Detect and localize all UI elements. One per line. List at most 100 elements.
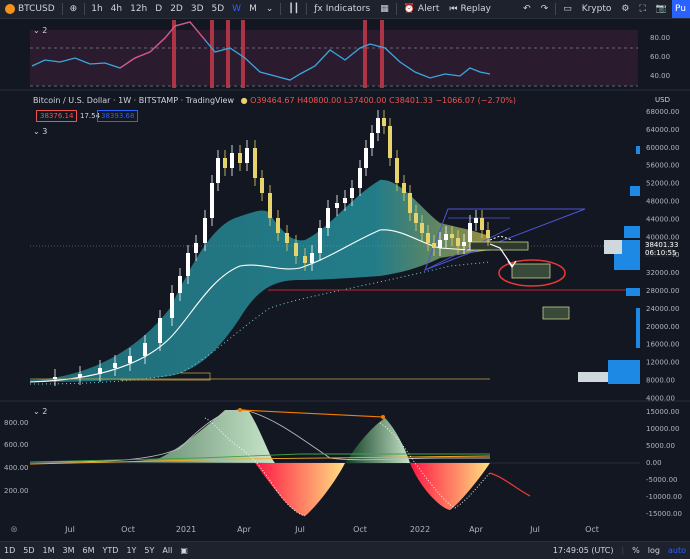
interval-W[interactable]: W [228, 0, 245, 18]
camera-icon[interactable]: 📷 [651, 0, 672, 18]
layout-name-button[interactable]: Krypto [577, 0, 617, 18]
candle-body [432, 243, 436, 248]
main-pane-tag[interactable]: ⌄ 3 [33, 127, 47, 136]
interval-M[interactable]: M [245, 0, 261, 18]
rsi-tick-label: 40.00 [650, 72, 670, 80]
oscillator-left-tick-label: 600.00 [4, 441, 29, 449]
templates-icon[interactable]: ▦ [375, 0, 394, 18]
interval-12h[interactable]: 12h [126, 0, 151, 18]
time-tick-label: Oct [585, 525, 599, 534]
date-range-icon[interactable]: ▣ [176, 546, 192, 555]
range-YTD[interactable]: YTD [99, 546, 123, 555]
time-tick-label: Apr [237, 525, 252, 534]
oscillator-down-wave-1 [255, 463, 345, 516]
range-6M[interactable]: 6M [79, 546, 99, 555]
candle-body [414, 213, 418, 223]
candle-body [268, 193, 272, 218]
chart-area[interactable]: Jul Oct 2021 Apr Jul Oct 2022 Apr Jul Oct ⊗ 80.00 6… [0, 18, 690, 541]
candle-body [245, 148, 249, 163]
low-value: 37400.00 [348, 96, 387, 105]
candle-body [53, 377, 57, 379]
time-axis[interactable]: Jul Oct 2021 Apr Jul Oct 2022 Apr Jul Oct ⊗ [10, 525, 599, 535]
interval-2D[interactable]: 2D [166, 0, 187, 18]
top-toolbar: BTCUSD ⊕ 1h 4h 12h D 2D 3D 5D W M ⌄ ┃┃ ƒx Indicat… [0, 0, 690, 19]
log-scale-button[interactable]: log [644, 546, 664, 555]
candle-body [426, 233, 430, 243]
rsi-pane-tag[interactable]: ⌄ 2 [33, 26, 47, 35]
sell-button[interactable]: 38376.14 [36, 110, 78, 122]
time-tick-label: Oct [121, 525, 135, 534]
currency-label[interactable]: USD [655, 96, 670, 104]
collapse-arrow-icon: ⌄ [33, 26, 43, 35]
candle-body [364, 148, 368, 168]
range-list: 1D 5D 1M 3M 6M YTD 1Y 5Y All [0, 546, 176, 555]
price-axis[interactable]: 80.00 60.00 40.00 68000.00 64000.00 60000.00 5… [646, 34, 682, 518]
candle-body [408, 193, 412, 213]
publish-button[interactable]: Pu [672, 0, 690, 18]
interval-D[interactable]: D [151, 0, 166, 18]
interval-5D[interactable]: 5D [208, 0, 229, 18]
oscillator-tick-label: 15000.00 [646, 408, 679, 416]
buy-button[interactable]: 38393.68 [97, 110, 139, 122]
candle-body [128, 356, 132, 363]
candle-body [444, 234, 448, 240]
fullscreen-icon[interactable]: ⛶ [634, 0, 650, 18]
goto-date-icon[interactable]: ⊗ [10, 525, 18, 535]
main-pane-tag-value: 3 [42, 127, 48, 136]
candle-body [370, 133, 374, 148]
candle-body [170, 293, 174, 318]
candle-body [285, 233, 289, 243]
time-tick-label: 2021 [176, 525, 196, 534]
range-5D[interactable]: 5D [19, 546, 38, 555]
range-3M[interactable]: 3M [59, 546, 79, 555]
range-All[interactable]: All [158, 546, 176, 555]
candle-body [230, 153, 234, 168]
candle-body [468, 223, 472, 242]
clock-time[interactable]: 17:49:05 (UTC) [549, 546, 618, 555]
interval-1h[interactable]: 1h [87, 0, 106, 18]
interval-list: 1h 4h 12h D 2D 3D 5D W M [87, 0, 261, 18]
oscillator-tick-label: -10000.00 [646, 493, 682, 501]
oscillator-pane-tag-value: 2 [42, 407, 48, 416]
symbol-label: BTCUSD [18, 4, 55, 14]
indicators-button[interactable]: ƒx Indicators [309, 0, 375, 18]
range-1D[interactable]: 1D [0, 546, 19, 555]
add-symbol-icon[interactable]: ⊕ [65, 0, 83, 18]
rsi-tick-label: 80.00 [650, 34, 670, 42]
alarm-clock-icon: ⏰ [403, 4, 415, 14]
range-1M[interactable]: 1M [39, 546, 59, 555]
candle-body [186, 253, 190, 276]
collapse-arrow-icon: ⌄ [33, 127, 43, 136]
oscillator-projection [489, 472, 531, 497]
candle-body [294, 243, 298, 256]
oscillator-tick-label: 0.00 [646, 459, 662, 467]
candle-body [480, 218, 484, 230]
settings-icon[interactable]: ⚙ [616, 0, 634, 18]
replay-button[interactable]: ⏮ Replay [444, 0, 496, 18]
candle-body [98, 368, 102, 374]
candle-body [486, 230, 490, 238]
candle-body [253, 148, 257, 178]
open-value: 39464.67 [256, 96, 295, 105]
layout-select-icon[interactable]: ▭ [558, 0, 577, 18]
candle-body [223, 158, 227, 168]
range-1Y[interactable]: 1Y [122, 546, 140, 555]
candle-body [318, 228, 322, 253]
auto-scale-button[interactable]: auto [664, 546, 690, 555]
candle-body [462, 242, 466, 246]
percent-scale-button[interactable]: % [628, 546, 644, 555]
interval-dropdown-icon[interactable]: ⌄ [261, 0, 279, 18]
oscillator-pane-tag[interactable]: ⌄ 2 [33, 407, 47, 416]
chart-type-icon[interactable]: ┃┃ [283, 0, 304, 18]
symbol-title: Bitcoin / U.S. Dollar [33, 96, 111, 105]
interval-4h[interactable]: 4h [107, 0, 126, 18]
undo-icon[interactable]: ↶ [518, 0, 536, 18]
time-tick-label: Jul [529, 525, 540, 534]
range-5Y[interactable]: 5Y [140, 546, 158, 555]
interval-3D[interactable]: 3D [187, 0, 208, 18]
candle-body [358, 168, 362, 188]
target-box-1 [469, 241, 529, 251]
alert-button[interactable]: ⏰ Alert [399, 0, 445, 18]
symbol-search[interactable]: BTCUSD [0, 0, 60, 18]
redo-icon[interactable]: ↷ [536, 0, 554, 18]
